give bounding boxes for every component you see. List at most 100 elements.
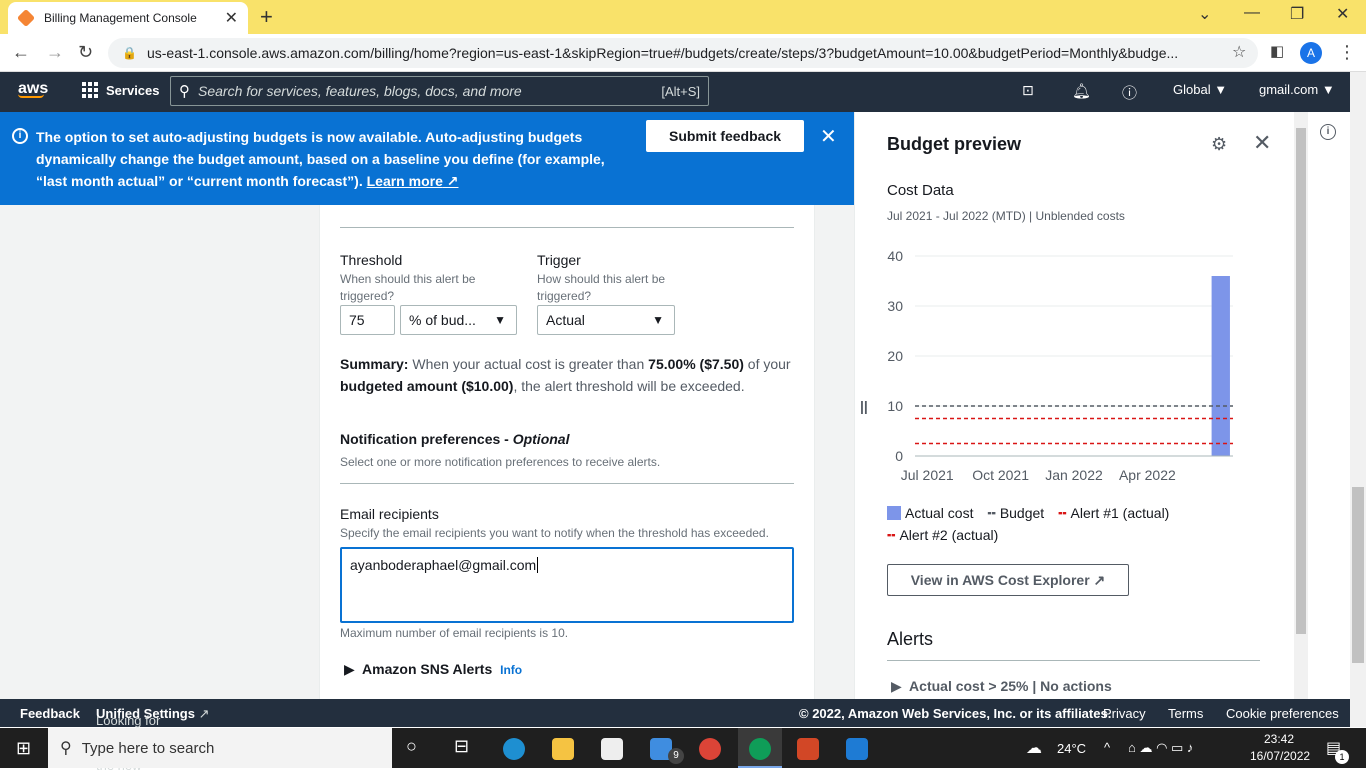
gear-icon[interactable]: ⚙ xyxy=(1211,134,1227,155)
panel-scrollbar-thumb[interactable] xyxy=(1296,128,1306,634)
task-view-icon[interactable]: ⊟ xyxy=(454,736,469,757)
legend-alert2-label: Alert #2 (actual) xyxy=(899,527,999,543)
help-icon[interactable]: ⓘ xyxy=(1122,82,1137,103)
new-tab-icon[interactable]: + xyxy=(260,4,273,30)
powerpoint-icon[interactable] xyxy=(797,738,819,760)
windows-start-icon[interactable]: ⊞ xyxy=(16,738,31,759)
window-close-icon[interactable]: ✕ xyxy=(1336,4,1349,24)
side-info-icon[interactable]: i xyxy=(1320,124,1336,140)
footer-cookie-link[interactable]: Cookie preferences xyxy=(1226,706,1339,721)
file-explorer-icon[interactable] xyxy=(552,738,574,760)
learn-more-link[interactable]: Learn more ↗ xyxy=(367,173,459,189)
trigger-value: Actual xyxy=(546,312,585,328)
notifications-bell-icon[interactable]: 🔔︎ xyxy=(1072,82,1091,100)
submit-feedback-button[interactable]: Submit feedback xyxy=(646,120,804,152)
summary-percent: 75.00% ($7.50) xyxy=(648,356,744,372)
y-tick-label: 10 xyxy=(887,398,903,414)
cloudshell-icon[interactable]: ⊡ xyxy=(1022,82,1034,99)
summary-prefix: Summary: xyxy=(340,356,409,372)
cost-chart: 0 10 20 30 40 Jul 2021 Oct 2021 Jan 2022 Apr 202… xyxy=(887,248,1233,483)
taskbar-search[interactable]: ⚲ Type here to search xyxy=(48,728,392,768)
panel-close-icon[interactable]: ✕ xyxy=(1253,130,1271,156)
email-recipients-label: Email recipients xyxy=(340,506,439,522)
aws-search-box[interactable]: ⚲ [Alt+S] xyxy=(170,76,709,106)
page-scrollbar[interactable] xyxy=(1350,72,1366,727)
alert-config-card: Threshold When should this alert be trig… xyxy=(319,205,815,699)
tray-chevron-icon[interactable]: ^ xyxy=(1104,740,1110,755)
banner-close-icon[interactable]: ✕ xyxy=(820,124,837,149)
address-bar[interactable]: 🔒 us-east-1.console.aws.amazon.com/billi… xyxy=(108,38,1258,68)
tab-search-icon[interactable]: ⌄ xyxy=(1198,4,1211,24)
cortana-icon[interactable]: ○ xyxy=(406,736,417,757)
x-tick-label: Apr 2022 xyxy=(1119,467,1176,483)
legend-dash-alert2: ╍ xyxy=(887,527,896,543)
tab-close-icon[interactable]: ✕ xyxy=(225,8,238,28)
footer-feedback-link[interactable]: Feedback xyxy=(20,706,80,721)
tray-icons[interactable]: ⌂ ☁ ◠ ▭ ♪ xyxy=(1128,740,1193,756)
aws-footer: Feedback Looking for language selection?… xyxy=(0,699,1350,773)
vscode-icon[interactable] xyxy=(846,738,868,760)
sns-info-link[interactable]: Info xyxy=(500,663,522,677)
legend-alert2: ╍ Alert #2 (actual) xyxy=(887,527,998,543)
bookmark-star-icon[interactable]: ☆ xyxy=(1232,42,1246,62)
forward-icon[interactable]: → xyxy=(46,42,64,63)
sns-alerts-expander[interactable]: ▶ Amazon SNS Alerts Info xyxy=(344,661,522,678)
minimize-icon[interactable]: — xyxy=(1244,4,1260,22)
threshold-input[interactable]: 75 xyxy=(340,305,395,335)
email-recipients-help: Specify the email recipients you want to… xyxy=(340,526,769,540)
threshold-unit-select[interactable]: % of bud... ▼ xyxy=(400,305,517,335)
page-scrollbar-thumb[interactable] xyxy=(1352,487,1364,663)
store-icon[interactable] xyxy=(601,738,623,760)
view-cost-explorer-label: View in AWS Cost Explorer xyxy=(910,571,1090,588)
maximize-icon[interactable]: ❐ xyxy=(1290,4,1304,24)
back-icon[interactable]: ← xyxy=(12,42,30,63)
notification-preferences-heading: Notification preferences - Optional xyxy=(340,431,569,447)
main-content: Threshold When should this alert be trig… xyxy=(0,205,854,699)
legend-alert1: ╍ Alert #1 (actual) xyxy=(1058,505,1169,521)
panel-resize-handle[interactable]: || xyxy=(860,398,868,414)
trigger-select[interactable]: Actual ▼ xyxy=(537,305,675,335)
y-tick-label: 20 xyxy=(887,348,903,364)
sidebar-icon[interactable]: ◧ xyxy=(1270,42,1284,60)
browser-tab[interactable]: Billing Management Console ✕ xyxy=(8,2,248,34)
account-menu[interactable]: gmail.com ▼ xyxy=(1259,82,1335,97)
threshold-value: 75 xyxy=(349,312,365,328)
banner-message: The option to set auto-adjusting budgets… xyxy=(36,126,626,192)
legend-budget-label: Budget xyxy=(999,505,1045,521)
trigger-help: How should this alert be triggered? xyxy=(537,272,666,303)
edge-icon[interactable] xyxy=(503,738,525,760)
url-text: us-east-1.console.aws.amazon.com/billing… xyxy=(146,45,1179,61)
footer-terms-link[interactable]: Terms xyxy=(1168,706,1203,721)
region-selector[interactable]: Global ▼ xyxy=(1173,82,1227,97)
reload-icon[interactable]: ↻ xyxy=(78,42,93,63)
alert-item[interactable]: ▶ Actual cost > 25% | No actions xyxy=(891,678,1112,695)
summary-text-3: , the alert threshold will be exceeded. xyxy=(513,378,745,394)
legend-actual-label: Actual cost xyxy=(905,505,974,521)
aws-logo-text: aws xyxy=(18,80,49,97)
aws-logo[interactable]: aws xyxy=(18,80,48,98)
chrome-icon[interactable] xyxy=(699,738,721,760)
clock-time: 23:42 xyxy=(1264,732,1295,746)
footer-privacy-link[interactable]: Privacy xyxy=(1103,706,1146,721)
footer-language-note: Looking for language selection? Find it … xyxy=(96,706,209,773)
legend-swatch-actual xyxy=(887,506,901,520)
services-menu[interactable]: Services xyxy=(82,82,160,98)
browser-menu-icon[interactable]: ⋮ xyxy=(1338,42,1356,63)
legend-dash-alert1: ╍ xyxy=(1058,505,1067,521)
view-cost-explorer-button[interactable]: View in AWS Cost Explorer ↗ xyxy=(887,564,1129,596)
profile-avatar[interactable]: A xyxy=(1300,42,1322,64)
notif-title: Notification preferences - xyxy=(340,431,513,447)
y-tick-label: 0 xyxy=(895,448,903,464)
email-recipients-textarea[interactable]: ayanboderaphael@gmail.com xyxy=(340,547,794,623)
panel-scrollbar[interactable] xyxy=(1294,112,1308,699)
weather-icon[interactable]: ☁ xyxy=(1026,738,1042,758)
aws-search-input[interactable] xyxy=(198,83,662,99)
divider xyxy=(887,660,1260,661)
chrome-profile-icon[interactable] xyxy=(749,738,771,760)
email-max-note: Maximum number of email recipients is 10… xyxy=(340,626,569,640)
search-icon: ⚲ xyxy=(60,740,72,757)
expand-caret-icon: ▶ xyxy=(344,661,355,677)
search-shortcut: [Alt+S] xyxy=(661,83,700,99)
divider xyxy=(340,483,794,484)
footer-copyright: © 2022, Amazon Web Services, Inc. or its… xyxy=(799,706,1112,721)
